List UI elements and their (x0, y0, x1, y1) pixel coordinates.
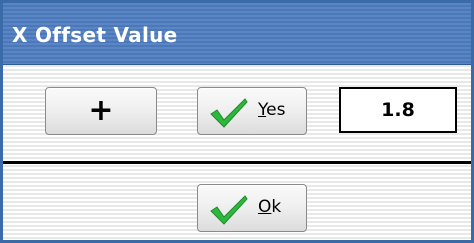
ok-mnemonic: O (258, 197, 272, 217)
ok-label: Ok (258, 197, 281, 217)
yes-mnemonic: Y (258, 100, 267, 120)
ok-label-rest: k (271, 197, 282, 217)
checkmark-icon (210, 98, 248, 128)
plus-label: + (88, 93, 114, 128)
yes-button[interactable]: Yes (197, 87, 307, 135)
title-bar: X Offset Value (3, 3, 471, 65)
dialog-title: X Offset Value (12, 23, 178, 47)
offset-value-field[interactable]: 1.8 (339, 87, 457, 133)
yes-label: Yes (258, 100, 285, 120)
ok-button[interactable]: Ok (197, 184, 307, 232)
increment-button[interactable]: + (45, 87, 157, 135)
separator (3, 161, 471, 164)
yes-label-rest: es (266, 100, 286, 120)
offset-dialog: X Offset Value + Yes 1.8 Ok (0, 0, 474, 243)
checkmark-icon (210, 195, 248, 225)
